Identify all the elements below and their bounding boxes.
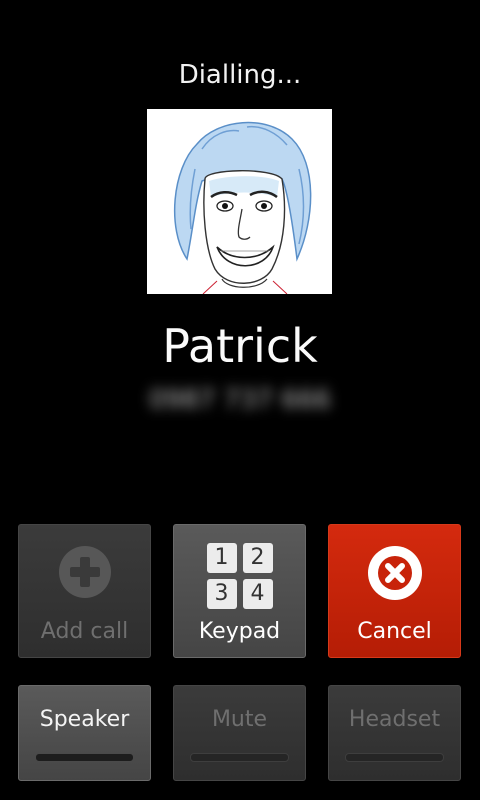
mute-toggle[interactable]: Mute bbox=[173, 685, 306, 781]
call-status: Dialling... bbox=[178, 60, 302, 90]
in-call-screen: Dialling... Patrick 0987 737 666 Add cal… bbox=[0, 0, 480, 800]
contact-name: Patrick bbox=[162, 319, 318, 373]
headset-label: Headset bbox=[348, 707, 441, 732]
keypad-grid-icon: 1 2 3 4 bbox=[174, 543, 305, 609]
speaker-toggle[interactable]: Speaker bbox=[18, 685, 151, 781]
headset-indicator bbox=[345, 753, 444, 762]
headset-toggle[interactable]: Headset bbox=[328, 685, 461, 781]
cancel-call-button[interactable]: Cancel bbox=[328, 524, 461, 658]
plus-circle-icon bbox=[19, 545, 150, 599]
cancel-label: Cancel bbox=[357, 619, 432, 644]
contact-number: 0987 737 666 bbox=[149, 385, 331, 415]
speaker-indicator bbox=[35, 753, 134, 762]
add-call-label: Add call bbox=[40, 619, 129, 644]
keypad-key: 4 bbox=[242, 579, 273, 609]
speaker-label: Speaker bbox=[39, 707, 130, 732]
add-call-button[interactable]: Add call bbox=[18, 524, 151, 658]
keypad-button[interactable]: 1 2 3 4 Keypad bbox=[173, 524, 306, 658]
mute-indicator bbox=[190, 753, 289, 762]
mute-label: Mute bbox=[211, 707, 268, 732]
keypad-key: 3 bbox=[206, 579, 237, 609]
keypad-key: 1 bbox=[206, 543, 237, 573]
keypad-key: 2 bbox=[242, 543, 273, 573]
x-circle-icon bbox=[329, 545, 460, 601]
contact-photo bbox=[147, 109, 332, 294]
keypad-label: Keypad bbox=[198, 619, 281, 644]
